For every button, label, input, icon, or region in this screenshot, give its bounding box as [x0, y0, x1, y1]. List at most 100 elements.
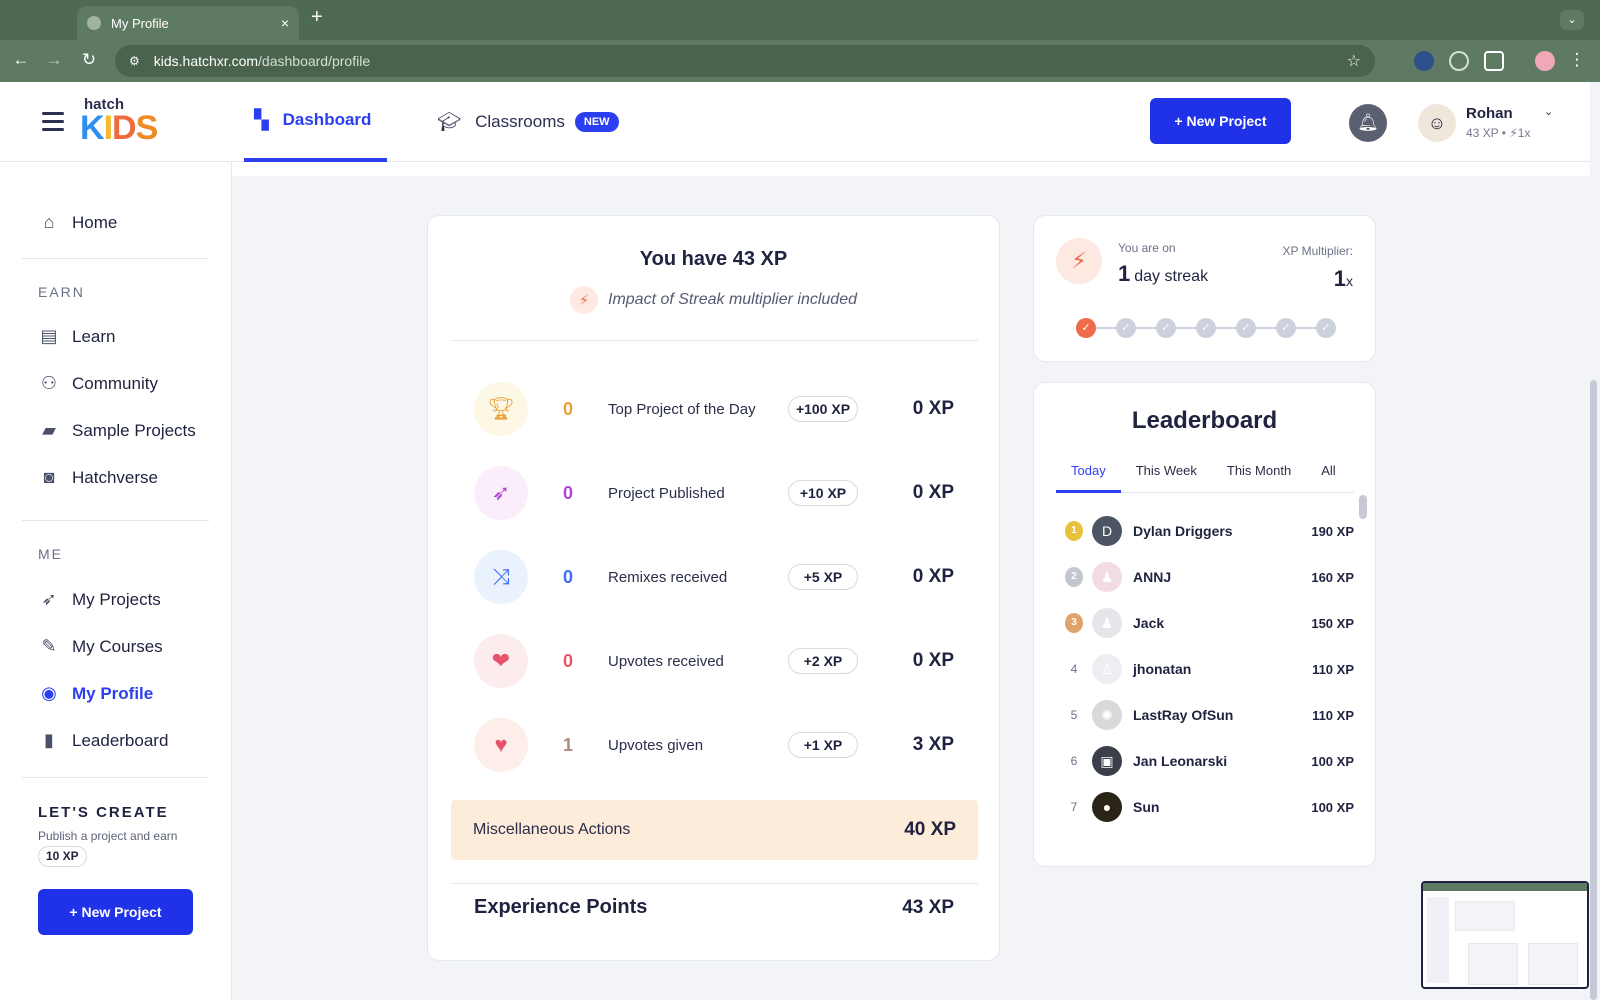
leaderboard-row[interactable]: 2 ♟ ANNJ 160 XP — [1056, 559, 1354, 595]
tab-search-button[interactable]: ⌄ — [1560, 10, 1584, 30]
trophy-icon: 🏆︎ — [474, 382, 528, 436]
avatar: ♙ — [1092, 654, 1122, 684]
streak-day-dot: ✓ — [1236, 318, 1256, 338]
leaderboard-row[interactable]: 1 D Dylan Driggers 190 XP — [1056, 513, 1354, 549]
book-icon: ▤ — [40, 326, 58, 346]
leaderboard-scrollbar[interactable] — [1359, 495, 1367, 519]
header-new-project-button[interactable]: + New Project — [1150, 98, 1291, 144]
user-avatar[interactable]: ☺ — [1418, 104, 1456, 142]
browser-tab-title: My Profile — [111, 15, 169, 31]
bookmark-star-icon[interactable]: ☆ — [1347, 51, 1361, 71]
sidebar-item-sample-projects[interactable]: ▰ Sample Projects — [38, 420, 196, 441]
leaderboard-name: Jan Leonarski — [1133, 753, 1228, 769]
leaderboard-row[interactable]: 4 ♙ jhonatan 110 XP — [1056, 651, 1354, 687]
misc-actions-value: 40 XP — [904, 819, 956, 840]
leaderboard-rank-medal: 3 — [1056, 613, 1092, 633]
address-bar[interactable]: ⚙ kids.hatchxr.com/dashboard/profile ☆ — [115, 45, 1375, 77]
sidebar-item-home[interactable]: ⌂ Home — [38, 212, 118, 233]
sidebar-item-leaderboard[interactable]: ▮ Leaderboard — [38, 730, 168, 751]
misc-actions-row: Miscellaneous Actions 40 XP — [451, 800, 978, 860]
multiplier-label: XP Multiplier: — [1282, 244, 1353, 258]
experience-points-row: Experience Points 43 XP — [474, 896, 954, 919]
sidebar-item-community[interactable]: ⚇ Community — [38, 373, 158, 394]
dashboard-icon: ▚ — [254, 109, 269, 131]
tab-classrooms[interactable]: 🎓︎ Classrooms NEW — [437, 82, 619, 162]
leaderboard-row[interactable]: 5 ✺ LastRay OfSun 110 XP — [1056, 697, 1354, 733]
user-menu-chevron-icon[interactable]: ⌄ — [1544, 105, 1553, 118]
medal-icon: 1 — [1065, 521, 1083, 541]
hatch-kids-logo[interactable]: hatch KIDS — [80, 96, 158, 147]
xp-row-rate: +2 XP — [788, 648, 858, 674]
xp-row-rate: +100 XP — [788, 396, 858, 422]
tab-this-month[interactable]: This Month — [1212, 453, 1306, 493]
leaderboard-rank-medal: 1 — [1056, 521, 1092, 541]
leaderboard-title: Leaderboard — [1131, 407, 1278, 434]
logo-kids-text: KIDS — [80, 109, 158, 147]
xp-subtitle: ⚡︎ Impact of Streak multiplier included — [428, 286, 999, 314]
user-circle-icon: ◉ — [41, 683, 57, 703]
leaderboard-row[interactable]: 3 ♟ Jack 150 XP — [1056, 605, 1354, 641]
graduation-cap-icon: 🎓︎ — [437, 112, 462, 133]
site-settings-icon[interactable]: ⚙ — [129, 54, 140, 68]
tab-this-week[interactable]: This Week — [1121, 453, 1212, 493]
leaderboard-xp: 110 XP — [1312, 707, 1354, 723]
multiplier-value: 1x — [1333, 266, 1353, 291]
browser-menu-icon[interactable]: ⋮ — [1566, 50, 1588, 70]
tab-dashboard[interactable]: ▚ Dashboard — [244, 82, 387, 162]
url-host: kids.hatchxr.com — [153, 53, 259, 69]
avatar: ▣ — [1092, 746, 1122, 776]
sidebar-item-my-courses[interactable]: ✎ My Courses — [38, 636, 162, 657]
menu-icon[interactable] — [42, 112, 64, 136]
sidebar-divider — [22, 777, 209, 778]
new-tab-button[interactable]: + — [311, 6, 323, 29]
picture-in-picture-preview[interactable] — [1421, 881, 1589, 989]
sidebar-item-my-projects[interactable]: ➶ My Projects — [38, 589, 160, 610]
url-path: /dashboard/profile — [258, 53, 371, 69]
leaderboard-card: Leaderboard Today This Week This Month A… — [1033, 382, 1376, 867]
extension-icon[interactable] — [1449, 51, 1469, 71]
xp-row-value: 0 XP — [912, 566, 954, 587]
leaderboard-tabs: Today This Week This Month All — [1056, 453, 1354, 493]
leaderboard-name: Sun — [1133, 799, 1160, 815]
user-name[interactable]: Rohan — [1466, 105, 1513, 122]
forward-icon[interactable]: → — [43, 50, 65, 70]
sidebar-item-learn[interactable]: ▤ Learn — [38, 326, 115, 347]
leaderboard-name: Dylan Driggers — [1133, 523, 1233, 539]
xp-row-rate: +1 XP — [788, 732, 858, 758]
react-devtools-extension-icon[interactable] — [1414, 51, 1434, 71]
avatar: ♟ — [1092, 608, 1122, 638]
leaderboard-row[interactable]: 6 ▣ Jan Leonarski 100 XP — [1056, 743, 1354, 779]
xp-row-value: 3 XP — [912, 734, 954, 755]
shuffle-icon: ⤨ — [474, 550, 528, 604]
xp-row-label: Remixes received — [608, 568, 728, 586]
close-tab-icon[interactable]: × — [281, 15, 289, 31]
streak-day-dot: ✓ — [1156, 318, 1176, 338]
browser-tab[interactable]: My Profile × — [77, 6, 299, 40]
tab-all[interactable]: All — [1306, 453, 1350, 493]
sidebar-heading-me: ME — [38, 546, 63, 562]
streak-day-dot: ✓ — [1076, 318, 1096, 338]
tab-today[interactable]: Today — [1056, 453, 1121, 493]
extensions-puzzle-icon[interactable] — [1484, 51, 1504, 71]
leaderboard-xp: 190 XP — [1311, 523, 1354, 539]
reload-icon[interactable]: ↻ — [78, 50, 100, 70]
xp-row: 🏆︎ 0 Top Project of the Day +100 XP 0 XP — [474, 381, 954, 437]
sidebar-item-hatchverse[interactable]: ◙ Hatchverse — [38, 467, 158, 488]
leaderboard-rank-medal: 2 — [1056, 567, 1092, 587]
profile-avatar-icon[interactable] — [1535, 51, 1555, 71]
bar-chart-icon: ▮ — [44, 730, 54, 750]
sidebar-new-project-button[interactable]: + New Project — [38, 889, 193, 935]
notifications-bell-icon[interactable]: 🔔︎ — [1349, 104, 1387, 142]
xp-row: ⤨ 0 Remixes received +5 XP 0 XP — [474, 549, 954, 605]
streak-day-dot: ✓ — [1316, 318, 1336, 338]
sidebar-item-my-profile[interactable]: ◉ My Profile — [38, 683, 153, 704]
xp-row-value: 0 XP — [912, 398, 954, 419]
leaderboard-name: LastRay OfSun — [1133, 707, 1234, 723]
rocket-icon: ➶ — [41, 589, 57, 609]
streak-day-dot: ✓ — [1116, 318, 1136, 338]
page-scrollbar[interactable] — [1590, 380, 1597, 1000]
leaderboard-name: jhonatan — [1133, 661, 1192, 677]
back-icon[interactable]: ← — [10, 50, 32, 70]
leaderboard-row[interactable]: 7 ● Sun 100 XP — [1056, 789, 1354, 825]
rocket-icon: ➶ — [474, 466, 528, 520]
